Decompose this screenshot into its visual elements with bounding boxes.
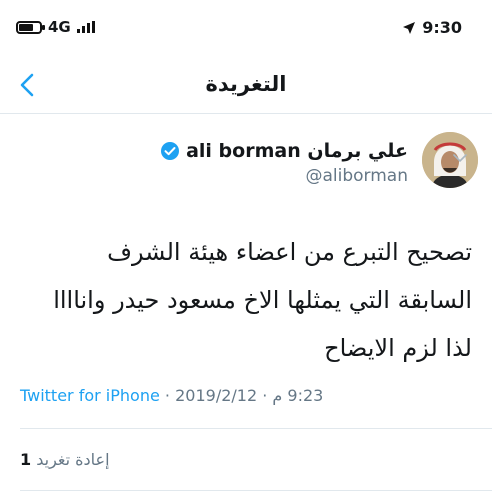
signal-icon [76,21,95,33]
status-time: 9:30 [422,18,462,37]
retweet-count: 1 [20,450,32,469]
tweet-line: السابقة التي يمثلها الاخ مسعود حيدر وانا… [53,286,472,314]
user-handle: @aliborman [305,166,409,186]
meta-separator: · [164,386,170,405]
tweet-line: تصحيح التبرع من اعضاء هيئة الشرف [107,238,472,266]
nav-bar: التغريدة [0,58,492,114]
profile-photo-icon [422,132,478,188]
display-name-row: علي برمان ali borman [160,140,408,162]
tweet-text: تصحيح التبرع من اعضاء هيئة الشرف السابقة… [20,228,472,372]
tweet-date: 2019/2/12 [175,386,258,405]
page-title: التغريدة [205,72,287,96]
avatar[interactable] [422,132,478,188]
more-options-button[interactable] [452,148,468,167]
battery-level [19,23,33,31]
retweet-stats[interactable]: 1 إعادة تغريد [20,450,110,469]
user-block[interactable]: علي برمان ali borman @aliborman [160,140,408,186]
chevron-down-icon [453,154,467,163]
status-left: 9:30 [402,18,462,37]
status-right: 4G [16,18,95,36]
tweet-line: لذا لزم الايضاح [324,334,472,362]
status-bar: 4G 9:30 [0,0,492,56]
divider [20,490,492,491]
tweet-source-link[interactable]: Twitter for iPhone [20,386,160,405]
network-label: 4G [48,18,71,36]
verified-badge-icon [161,142,180,160]
battery-icon [16,20,45,34]
location-arrow-icon [403,21,416,34]
tweet-meta: Twitter for iPhone · 2019/2/12 · 9:23 م [20,386,323,405]
divider [20,428,492,429]
tweet-time: 9:23 م [272,386,324,405]
meta-separator: · [262,386,268,405]
retweet-label: إعادة تغريد [36,450,110,469]
display-name: علي برمان ali borman [186,140,408,162]
